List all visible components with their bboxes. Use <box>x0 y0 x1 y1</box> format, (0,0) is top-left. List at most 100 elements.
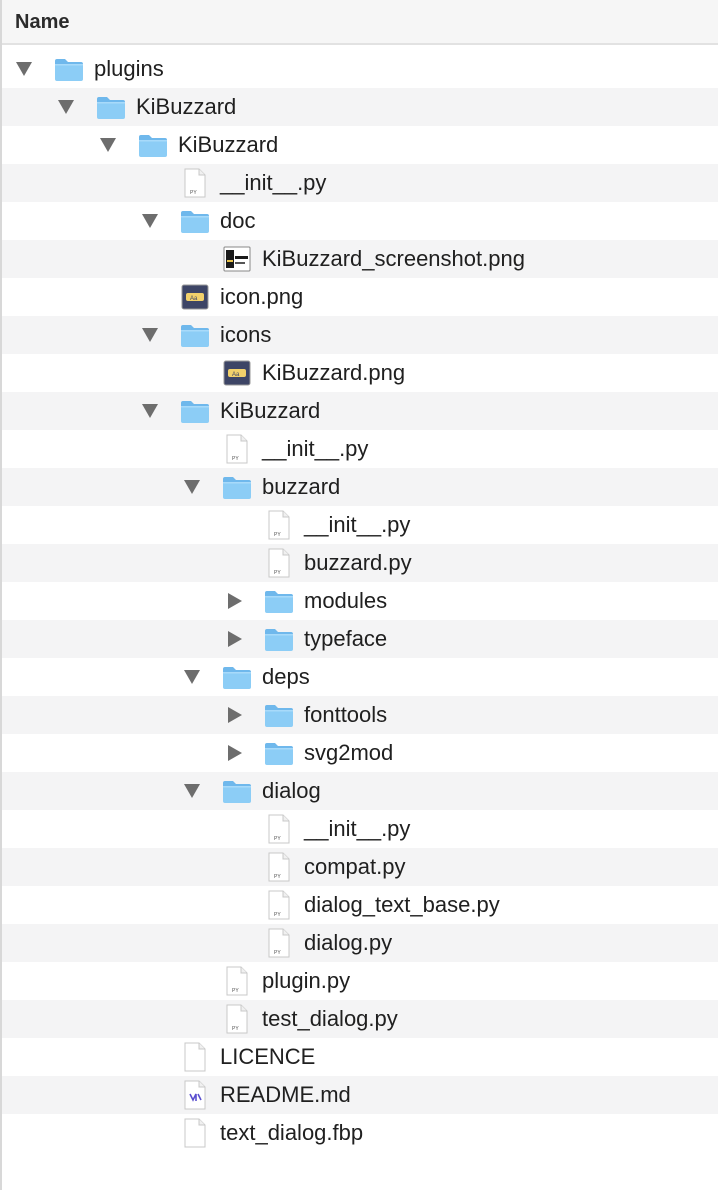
file-row[interactable]: PY dialog_text_base.py <box>2 886 718 924</box>
folder-row[interactable]: plugins <box>2 50 718 88</box>
folder-row[interactable]: modules <box>2 582 718 620</box>
svg-text:PY: PY <box>232 1026 239 1032</box>
folder-row[interactable]: buzzard <box>2 468 718 506</box>
disclosure-open-icon[interactable] <box>142 328 158 342</box>
disclosure-open-icon[interactable] <box>184 784 200 798</box>
disclosure-closed-icon[interactable] <box>228 593 242 609</box>
item-name: __init__.py <box>304 816 411 841</box>
folder-row[interactable]: svg2mod <box>2 734 718 772</box>
python-file-icon: PY <box>264 814 294 844</box>
folder-row[interactable]: KiBuzzard <box>2 88 718 126</box>
svg-text:Aa: Aa <box>232 372 240 378</box>
python-file-icon: PY <box>222 1004 252 1034</box>
item-name: text_dialog.fbp <box>220 1120 364 1145</box>
disclosure-open-icon[interactable] <box>100 138 116 152</box>
folder-row[interactable]: icons <box>2 316 718 354</box>
disclosure-closed-icon[interactable] <box>228 745 242 761</box>
file-row[interactable]: Aa KiBuzzard.png <box>2 354 718 392</box>
file-row[interactable]: PY buzzard.py <box>2 544 718 582</box>
folder-row[interactable]: dialog <box>2 772 718 810</box>
file-row[interactable]: PY test_dialog.py <box>2 1000 718 1038</box>
file-row[interactable]: KiBuzzard_screenshot.png <box>2 240 718 278</box>
python-file-icon: PY <box>264 852 294 882</box>
python-file-icon: PY <box>222 966 252 996</box>
image-file-icon: Aa <box>222 358 252 388</box>
svg-text:PY: PY <box>274 836 281 842</box>
file-row[interactable]: text_dialog.fbp <box>2 1114 718 1152</box>
folder-icon <box>222 776 252 806</box>
python-file-icon: PY <box>264 510 294 540</box>
folder-row[interactable]: KiBuzzard <box>2 126 718 164</box>
item-name: icons <box>220 322 272 347</box>
disclosure-closed-icon[interactable] <box>228 707 242 723</box>
folder-icon <box>96 92 126 122</box>
disclosure-open-icon[interactable] <box>184 670 200 684</box>
item-name: LICENCE <box>220 1044 316 1069</box>
file-row[interactable]: PY __init__.py <box>2 164 718 202</box>
item-name: deps <box>262 664 310 689</box>
name-column-header[interactable]: Name <box>15 11 69 34</box>
folder-icon <box>222 662 252 692</box>
item-name: modules <box>304 588 388 613</box>
item-name: KiBuzzard <box>136 94 237 119</box>
file-row[interactable]: Aa icon.png <box>2 278 718 316</box>
disclosure-open-icon[interactable] <box>58 100 74 114</box>
file-row[interactable]: PY compat.py <box>2 848 718 886</box>
svg-text:PY: PY <box>274 570 281 576</box>
folder-row[interactable]: doc <box>2 202 718 240</box>
disclosure-open-icon[interactable] <box>142 404 158 418</box>
disclosure-open-icon[interactable] <box>16 62 32 76</box>
item-name: dialog.py <box>304 930 393 955</box>
file-tree: plugins KiBuzzard KiBuzzard PY __init__.py do… <box>2 50 718 1152</box>
item-name: icon.png <box>220 284 304 309</box>
image-file-icon: Aa <box>180 282 210 312</box>
document-icon <box>180 1118 210 1148</box>
svg-text:PY: PY <box>190 190 197 196</box>
python-file-icon: PY <box>180 168 210 198</box>
item-name: dialog_text_base.py <box>304 892 500 917</box>
disclosure-open-icon[interactable] <box>142 214 158 228</box>
item-name: README.md <box>220 1082 351 1107</box>
file-row[interactable]: PY __init__.py <box>2 810 718 848</box>
folder-row[interactable]: fonttools <box>2 696 718 734</box>
file-row[interactable]: PY __init__.py <box>2 506 718 544</box>
item-name: __init__.py <box>262 436 369 461</box>
folder-icon <box>138 130 168 160</box>
item-name: svg2mod <box>304 740 394 765</box>
python-file-icon: PY <box>264 890 294 920</box>
svg-text:Aa: Aa <box>190 296 198 302</box>
folder-icon <box>54 54 84 84</box>
folder-icon <box>264 738 294 768</box>
column-header[interactable]: Name <box>2 0 718 45</box>
item-name: __init__.py <box>220 170 327 195</box>
svg-text:PY: PY <box>274 950 281 956</box>
disclosure-open-icon[interactable] <box>184 480 200 494</box>
file-row[interactable]: PY dialog.py <box>2 924 718 962</box>
disclosure-closed-icon[interactable] <box>228 631 242 647</box>
folder-icon <box>180 320 210 350</box>
item-name: compat.py <box>304 854 406 879</box>
folder-row[interactable]: KiBuzzard <box>2 392 718 430</box>
folder-icon <box>264 624 294 654</box>
folder-icon <box>222 472 252 502</box>
item-name: KiBuzzard <box>178 132 279 157</box>
item-name: dialog <box>262 778 321 803</box>
file-row[interactable]: README.md <box>2 1076 718 1114</box>
item-name: __init__.py <box>304 512 411 537</box>
item-name: buzzard.py <box>304 550 412 575</box>
folder-row[interactable]: typeface <box>2 620 718 658</box>
python-file-icon: PY <box>222 434 252 464</box>
file-row[interactable]: PY plugin.py <box>2 962 718 1000</box>
svg-text:PY: PY <box>232 456 239 462</box>
file-row[interactable]: LICENCE <box>2 1038 718 1076</box>
file-row[interactable]: PY __init__.py <box>2 430 718 468</box>
folder-icon <box>264 586 294 616</box>
folder-icon <box>264 700 294 730</box>
svg-text:PY: PY <box>274 532 281 538</box>
folder-row[interactable]: deps <box>2 658 718 696</box>
python-file-icon: PY <box>264 548 294 578</box>
item-name: plugins <box>94 56 164 81</box>
markdown-file-icon <box>180 1080 210 1110</box>
item-name: test_dialog.py <box>262 1006 398 1031</box>
item-name: KiBuzzard <box>220 398 321 423</box>
